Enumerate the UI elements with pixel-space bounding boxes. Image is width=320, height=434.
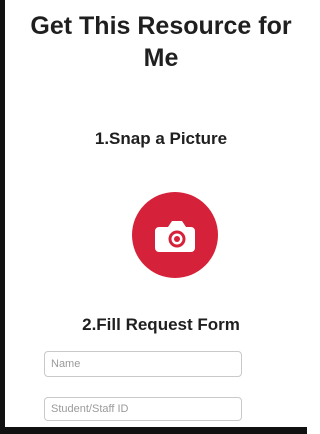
page-title: Get This Resource for Me — [30, 12, 292, 72]
name-input[interactable] — [44, 351, 242, 377]
step-fill-form-label: 2.Fill Request Form — [82, 315, 240, 334]
camera-button[interactable] — [132, 192, 218, 278]
phone-frame: Get This Resource for Me 1.Snap a Pictur… — [0, 0, 307, 434]
camera-icon — [155, 221, 195, 252]
student-staff-id-input[interactable] — [44, 397, 242, 421]
step-snap-picture-label: 1.Snap a Picture — [94, 129, 228, 148]
